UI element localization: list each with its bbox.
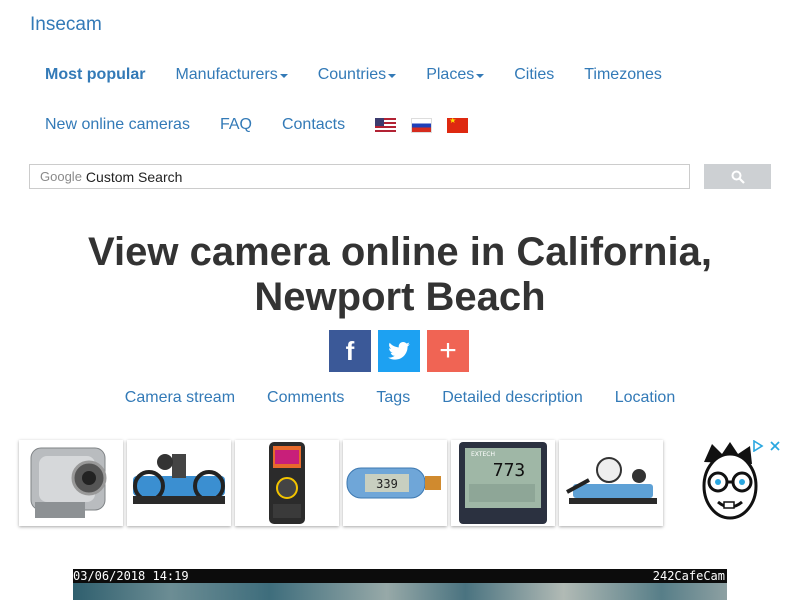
- nav-places-dropdown[interactable]: Places: [426, 66, 485, 84]
- us-flag-icon[interactable]: [375, 117, 397, 133]
- thermal-multimeter-image: [269, 442, 305, 524]
- nav-manufacturers-dropdown[interactable]: Manufacturers: [175, 66, 288, 84]
- datalogger-reading: 339: [376, 477, 398, 491]
- nav-countries-label: Countries: [317, 66, 387, 83]
- site-logo[interactable]: Insecam: [30, 14, 102, 36]
- caret-down-icon: [476, 74, 485, 78]
- pipe-inspection-camera-image: [30, 447, 107, 518]
- monitor-brand: EXTECH: [471, 451, 495, 458]
- facebook-icon: f: [345, 335, 355, 366]
- anchor-tags[interactable]: Tags: [376, 389, 410, 407]
- ad-product-pressure-calibration-pump[interactable]: [127, 440, 231, 526]
- nav-timezones[interactable]: Timezones: [584, 66, 662, 84]
- nav-faq-label: FAQ: [219, 116, 252, 133]
- camera-image: [73, 583, 727, 600]
- page-title-line2: Newport Beach: [254, 275, 546, 319]
- anchor-comments[interactable]: Comments: [267, 389, 344, 407]
- search-button[interactable]: [704, 164, 771, 189]
- monitor-reading: 773: [493, 460, 526, 481]
- facebook-share-button[interactable]: f: [329, 330, 371, 372]
- nav-contacts[interactable]: Contacts: [282, 116, 345, 134]
- search-icon: [731, 170, 745, 184]
- nav-cities-label: Cities: [514, 66, 555, 83]
- hydraulic-tester-image: [566, 457, 657, 504]
- nav-places-label: Places: [426, 66, 475, 83]
- twitter-share-button[interactable]: [378, 330, 420, 372]
- nav-countries-dropdown[interactable]: Countries: [317, 66, 397, 84]
- page-title-line1: View camera online in California,: [88, 230, 712, 274]
- nav-faq[interactable]: FAQ: [220, 116, 252, 134]
- ad-product-hydraulic-tester[interactable]: [559, 440, 663, 526]
- google-label: Google: [40, 169, 82, 184]
- search-input[interactable]: Google Custom Search: [29, 164, 690, 189]
- nav-most-popular-label: Most popular: [45, 66, 146, 83]
- search-placeholder: Custom Search: [85, 168, 183, 185]
- nav-manufacturers-label: Manufacturers: [175, 66, 278, 83]
- more-share-button[interactable]: +: [427, 330, 469, 372]
- air-quality-monitor-image: EXTECH 773: [459, 442, 547, 524]
- plus-icon: +: [439, 334, 457, 367]
- camera-name: 242CafeCam: [652, 569, 725, 583]
- nav-most-popular[interactable]: Most popular: [45, 66, 145, 84]
- ad-product-pipe-inspection-camera[interactable]: [19, 440, 123, 526]
- ad-choices[interactable]: [752, 439, 782, 455]
- camera-stream[interactable]: 03/06/2018 14:19 242CafeCam: [73, 569, 727, 600]
- pressure-pump-image: [133, 454, 225, 504]
- nav-cities[interactable]: Cities: [514, 66, 554, 84]
- usb-data-logger-image: 339: [346, 467, 441, 499]
- ad-product-thermal-multimeter[interactable]: [235, 440, 339, 526]
- nav-contacts-label: Contacts: [281, 116, 346, 133]
- anchor-location[interactable]: Location: [615, 389, 676, 407]
- anchor-detailed-description[interactable]: Detailed description: [442, 389, 583, 407]
- secondary-nav: New online cameras FAQ Contacts: [45, 116, 483, 134]
- nav-new-online-cameras-label: New online cameras: [45, 116, 190, 133]
- nav-timezones-label: Timezones: [584, 66, 662, 83]
- anchor-camera-stream[interactable]: Camera stream: [125, 389, 235, 407]
- china-flag-icon[interactable]: [447, 117, 469, 133]
- caret-down-icon: [388, 74, 397, 78]
- twitter-bird-icon: [388, 342, 410, 360]
- main-nav: Most popular Manufacturers Countries Pla…: [45, 66, 692, 84]
- caret-down-icon: [279, 74, 288, 78]
- adchoices-icon: [753, 439, 780, 453]
- ad-product-usb-data-logger[interactable]: 339: [343, 440, 447, 526]
- nav-new-online-cameras[interactable]: New online cameras: [45, 116, 190, 134]
- ad-product-air-quality-monitor[interactable]: EXTECH 773: [451, 440, 555, 526]
- section-anchors: Camera stream Comments Tags Detailed des…: [0, 389, 800, 407]
- page-title: View camera online in California, Newpor…: [0, 230, 800, 320]
- camera-timestamp: 03/06/2018 14:19: [73, 569, 189, 583]
- russia-flag-icon[interactable]: [411, 117, 433, 133]
